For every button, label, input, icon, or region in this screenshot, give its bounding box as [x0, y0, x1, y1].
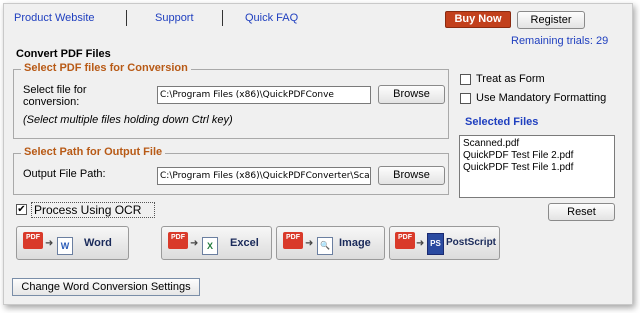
ocr-label: Process Using OCR	[34, 203, 142, 217]
arrow-icon: ➜	[45, 238, 54, 249]
remaining-trials: Remaining trials: 29	[511, 35, 609, 47]
product-website-link[interactable]: Product Website	[14, 12, 95, 24]
arrow-icon: ➜	[190, 238, 199, 249]
select-file-input[interactable]: C:\Program Files (x86)\QuickPDFConve	[157, 86, 371, 104]
buy-now-button[interactable]: Buy Now	[445, 11, 511, 28]
nav-separator	[222, 10, 223, 26]
ocr-checkbox[interactable]: ✔	[16, 204, 27, 215]
convert-excel-button[interactable]: PDF ➜ X Excel	[161, 226, 272, 260]
postscript-icon: PS	[427, 233, 444, 255]
arrow-icon: ➜	[416, 238, 425, 249]
convert-section-title: Convert PDF Files	[16, 48, 111, 60]
list-item[interactable]: QuickPDF Test File 1.pdf	[463, 162, 611, 174]
word-label: Word	[84, 237, 112, 249]
output-path-input[interactable]: C:\Program Files (x86)\QuickPDFConverter…	[157, 167, 371, 185]
convert-image-button[interactable]: PDF ➜ 🔍 Image	[276, 226, 385, 260]
top-nav: Product Website Support Quick FAQ Buy No…	[4, 4, 632, 47]
image-label: Image	[339, 237, 371, 249]
convert-word-button[interactable]: PDF ➜ W Word	[16, 226, 129, 260]
browse-files-button[interactable]: Browse	[378, 85, 445, 104]
app-window: Product Website Support Quick FAQ Buy No…	[3, 3, 633, 305]
pdf-icon: PDF	[283, 232, 303, 249]
convert-postscript-button[interactable]: PDF ➜ PS PostScript	[389, 226, 500, 260]
pdf-icon: PDF	[168, 232, 188, 249]
postscript-label: PostScript	[446, 237, 497, 248]
output-path-label: Output File Path:	[23, 168, 106, 180]
selected-files-list[interactable]: Scanned.pdf QuickPDF Test File 2.pdf Qui…	[459, 135, 615, 198]
output-path-legend: Select Path for Output File	[21, 146, 166, 158]
treat-as-form-checkbox[interactable]	[460, 74, 471, 85]
magnifier-icon: 🔍	[317, 237, 333, 255]
nav-separator	[126, 10, 127, 26]
list-item[interactable]: Scanned.pdf	[463, 138, 611, 150]
treat-as-form-label: Treat as Form	[476, 73, 545, 85]
mandatory-formatting-checkbox[interactable]	[460, 93, 471, 104]
browse-output-button[interactable]: Browse	[378, 166, 445, 185]
selected-files-title: Selected Files	[465, 116, 539, 128]
select-files-legend: Select PDF files for Conversion	[21, 62, 191, 74]
multi-select-hint: (Select multiple files holding down Ctrl…	[23, 114, 233, 126]
excel-label: Excel	[230, 237, 259, 249]
register-button[interactable]: Register	[517, 11, 585, 29]
list-item[interactable]: QuickPDF Test File 2.pdf	[463, 150, 611, 162]
arrow-icon: ➜	[305, 238, 314, 249]
excel-icon: X	[202, 237, 218, 255]
word-icon: W	[57, 237, 73, 255]
change-word-settings-button[interactable]: Change Word Conversion Settings	[12, 278, 200, 296]
pdf-icon: PDF	[23, 232, 43, 249]
support-link[interactable]: Support	[155, 12, 194, 24]
quick-faq-link[interactable]: Quick FAQ	[245, 12, 298, 24]
pdf-icon: PDF	[395, 232, 415, 249]
reset-button[interactable]: Reset	[548, 203, 615, 221]
select-file-label: Select file for conversion:	[23, 84, 87, 108]
mandatory-formatting-label: Use Mandatory Formatting	[476, 92, 607, 104]
